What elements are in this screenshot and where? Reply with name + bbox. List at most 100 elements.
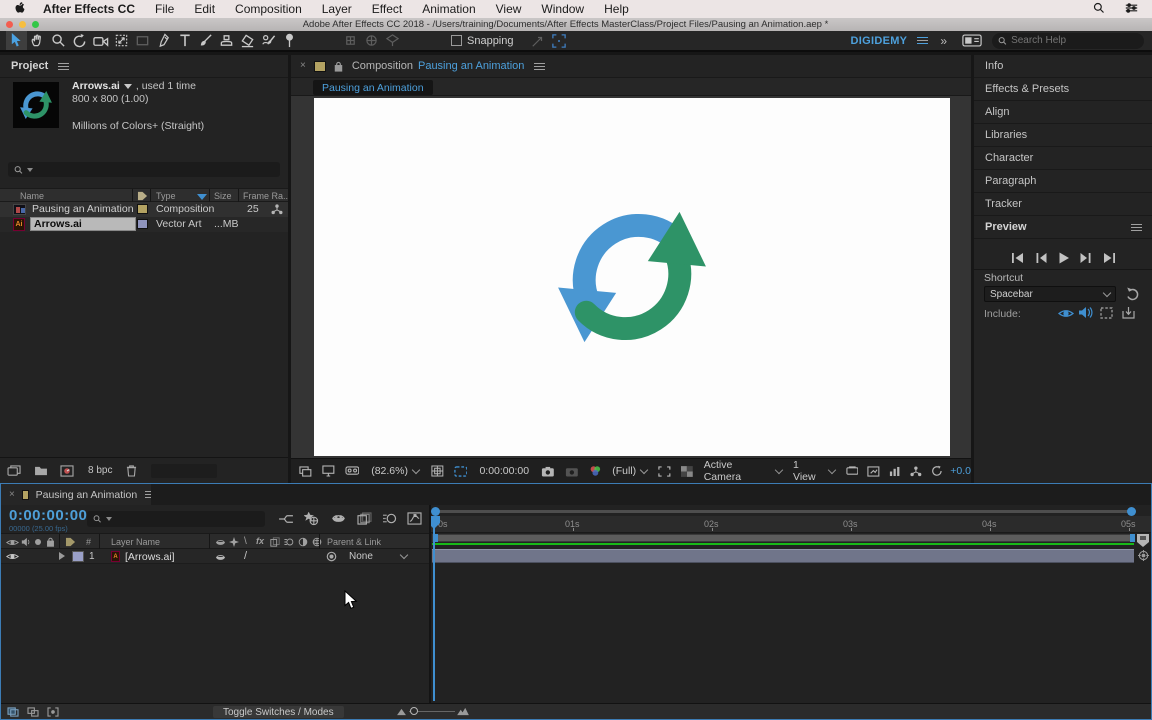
bpc-indicator[interactable]: 8 bpc xyxy=(88,465,112,476)
eraser-tool[interactable] xyxy=(237,31,258,50)
lock-icon[interactable] xyxy=(334,61,343,72)
composition-canvas[interactable] xyxy=(314,98,950,456)
roto-brush-tool[interactable] xyxy=(258,31,279,50)
timeline-panel-menu-icon[interactable] xyxy=(145,491,151,498)
camera-select[interactable]: Active Camera xyxy=(704,459,784,483)
work-area-bar[interactable] xyxy=(432,534,1135,542)
menu-view[interactable]: View xyxy=(486,2,532,16)
comp-marker-bin-icon[interactable] xyxy=(1137,534,1149,547)
layer-video-eye-icon[interactable] xyxy=(6,552,19,561)
project-panel-menu-icon[interactable] xyxy=(58,62,70,70)
selection-tool[interactable] xyxy=(6,31,27,50)
trash-icon[interactable] xyxy=(126,464,137,477)
viewer-pasteboard[interactable] xyxy=(291,96,971,458)
workspace-switcher-icon[interactable] xyxy=(961,31,982,50)
comp-current-time[interactable]: 0:00:00:00 xyxy=(479,465,529,477)
viewer-tab[interactable]: Pausing an Animation xyxy=(313,80,433,95)
menu-help[interactable]: Help xyxy=(594,2,639,16)
vr-goggles-icon[interactable] xyxy=(344,466,360,476)
menu-layer[interactable]: Layer xyxy=(312,2,362,16)
panel-tab-paragraph[interactable]: Paragraph xyxy=(974,170,1152,193)
zoom-out-mountain-icon[interactable] xyxy=(397,708,406,716)
close-tab-icon[interactable]: × xyxy=(9,489,15,500)
local-axis-mode-icon[interactable] xyxy=(340,31,361,50)
flowchart-icon[interactable] xyxy=(271,204,283,215)
help-search-input[interactable] xyxy=(1011,35,1138,46)
frame-blending-icon[interactable] xyxy=(357,512,372,525)
comp-button-icon[interactable] xyxy=(1138,550,1149,561)
layer-label-swatch[interactable] xyxy=(72,551,84,562)
zoom-in-mountain-icon[interactable] xyxy=(457,707,469,716)
layer-duration-bar[interactable] xyxy=(432,549,1134,563)
panel-tab-align[interactable]: Align xyxy=(974,101,1152,124)
next-frame-button[interactable] xyxy=(1079,252,1094,264)
pen-tool[interactable] xyxy=(153,31,174,50)
new-folder-icon[interactable] xyxy=(34,465,48,476)
layer-shy-toggle[interactable] xyxy=(215,553,226,562)
timeline-search-field[interactable] xyxy=(87,511,265,527)
refresh-icon[interactable] xyxy=(931,465,943,477)
project-search-input[interactable] xyxy=(37,164,274,175)
channels-icon[interactable] xyxy=(589,465,602,477)
project-row-footage[interactable]: Ai Arrows.ai Vector Art ...MB xyxy=(0,217,288,232)
menu-effect[interactable]: Effect xyxy=(362,2,412,16)
share-view-icon[interactable] xyxy=(845,466,859,476)
project-panel-header[interactable]: Project xyxy=(0,55,288,78)
playhead-line[interactable] xyxy=(433,516,435,701)
time-navigator[interactable] xyxy=(431,506,1136,516)
timeline-current-time[interactable]: 0:00:00:00 xyxy=(9,507,87,524)
expand-layer-switches-icon[interactable] xyxy=(7,706,19,717)
workspace-overflow-chevrons[interactable]: » xyxy=(940,34,947,48)
layer-expand-arrow[interactable] xyxy=(59,552,65,560)
menu-animation[interactable]: Animation xyxy=(412,2,485,16)
timeline-zoom-knob[interactable] xyxy=(410,707,418,715)
navigator-end-handle[interactable] xyxy=(1127,507,1136,516)
panel-tab-libraries[interactable]: Libraries xyxy=(974,124,1152,147)
panel-tab-info[interactable]: Info xyxy=(974,55,1152,78)
layer-quality-toggle[interactable]: / xyxy=(244,550,247,562)
control-center-icon[interactable] xyxy=(1115,2,1152,16)
mask-visibility-icon[interactable] xyxy=(453,465,468,477)
view-axis-mode-icon[interactable] xyxy=(382,31,403,50)
rotation-tool[interactable] xyxy=(69,31,90,50)
apple-menu-icon[interactable] xyxy=(0,1,33,17)
snap-grid-icon[interactable] xyxy=(549,31,570,50)
project-table-header[interactable]: Name Type Size Frame Ra.. xyxy=(0,188,288,203)
menu-window[interactable]: Window xyxy=(531,2,594,16)
snap-arrow-icon[interactable] xyxy=(528,31,549,50)
motion-blur-icon[interactable] xyxy=(382,512,397,525)
grid-guides-icon[interactable] xyxy=(431,465,444,477)
fast-previews-icon[interactable] xyxy=(910,465,922,477)
sort-direction-icon[interactable] xyxy=(197,194,207,200)
include-overlays-icon[interactable] xyxy=(1100,307,1113,319)
workspace-label[interactable]: DIGIDEMY xyxy=(851,35,908,47)
graph-editor-icon[interactable] xyxy=(407,512,422,525)
last-frame-button[interactable] xyxy=(1102,252,1117,264)
search-dropdown-arrow-icon[interactable] xyxy=(105,517,112,521)
menu-app-name[interactable]: After Effects CC xyxy=(33,2,145,16)
snapping-checkbox[interactable] xyxy=(451,35,462,46)
close-window-button[interactable] xyxy=(6,21,13,28)
toggle-switches-modes-button[interactable]: Toggle Switches / Modes xyxy=(213,706,344,718)
playhead-head[interactable] xyxy=(431,516,440,530)
magnification-select[interactable]: (82.6%) xyxy=(371,465,421,477)
work-area-end-handle[interactable] xyxy=(1130,534,1135,542)
zoom-tool[interactable] xyxy=(48,31,69,50)
selected-item-name[interactable]: Arrows.ai xyxy=(72,80,120,92)
shortcut-select[interactable]: Spacebar xyxy=(984,286,1116,302)
menu-edit[interactable]: Edit xyxy=(184,2,225,16)
cache-before-playback-icon[interactable] xyxy=(1122,307,1135,319)
snapshot-icon[interactable] xyxy=(541,466,555,477)
pan-behind-tool[interactable] xyxy=(111,31,132,50)
clone-stamp-tool[interactable] xyxy=(216,31,237,50)
world-axis-mode-icon[interactable] xyxy=(361,31,382,50)
menu-composition[interactable]: Composition xyxy=(225,2,312,16)
layer-name[interactable]: [Arrows.ai] xyxy=(125,551,175,563)
navigator-start-handle[interactable] xyxy=(431,507,440,516)
exposure-value[interactable]: +0.0 xyxy=(950,465,971,477)
expand-transfer-controls-icon[interactable] xyxy=(27,706,39,717)
new-composition-icon[interactable] xyxy=(60,464,74,477)
include-audio-icon[interactable] xyxy=(1078,306,1093,319)
always-preview-icon[interactable] xyxy=(299,465,312,477)
draft-3d-icon[interactable] xyxy=(304,512,319,526)
